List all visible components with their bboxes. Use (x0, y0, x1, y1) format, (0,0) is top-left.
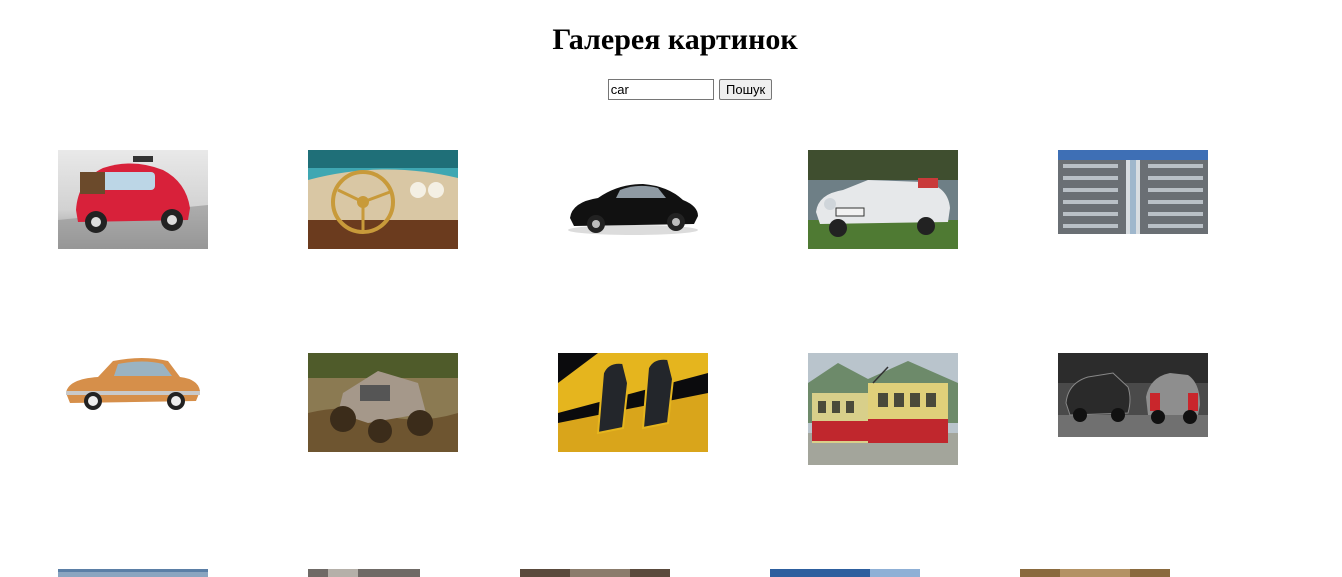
search-form: Пошук (0, 79, 1342, 100)
gallery-image-15[interactable] (1020, 569, 1170, 577)
sports-car-seats-image[interactable] (558, 353, 708, 452)
page-title: Галерея картинок (552, 23, 798, 56)
search-input[interactable] (607, 79, 714, 100)
car-parking-tower-image[interactable] (1058, 150, 1208, 234)
red-yellow-train-image[interactable] (808, 353, 958, 465)
white-convertible-car-image[interactable] (808, 150, 958, 249)
offroad-jeep-mud-image[interactable] (308, 353, 458, 452)
car-interior-dashboard-image[interactable] (308, 150, 458, 249)
gallery-image-11[interactable] (58, 569, 208, 577)
black-sports-car-image[interactable] (558, 150, 708, 249)
red-vintage-car-image[interactable] (58, 150, 208, 249)
orange-vintage-car-image[interactable] (58, 353, 208, 414)
gallery-image-13[interactable] (520, 569, 670, 577)
search-button[interactable]: Пошук (719, 79, 773, 100)
gallery-image-12[interactable] (308, 569, 420, 577)
old-cars-bw-image[interactable] (1058, 353, 1208, 437)
gallery-image-14[interactable] (770, 569, 920, 577)
